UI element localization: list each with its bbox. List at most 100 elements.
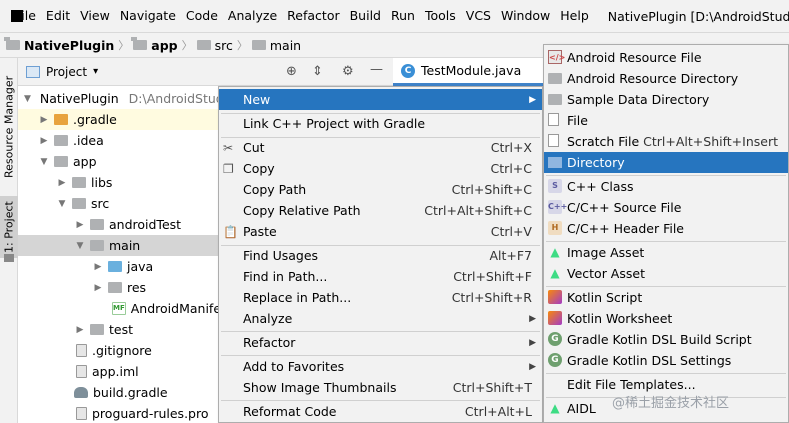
menu-help[interactable]: Help [555, 0, 594, 32]
submenu-arrow-icon: ▶ [529, 337, 536, 348]
chevron-down-icon[interactable]: ▾ [93, 66, 98, 77]
project-tool-tab[interactable]: 1: Project [0, 196, 18, 258]
menu-item-new[interactable]: New ▶ [219, 89, 542, 110]
collapse-arrow-icon[interactable]: ▶ [38, 115, 50, 125]
folder-icon [90, 240, 104, 251]
collapse-arrow-icon[interactable]: ▶ [92, 262, 104, 272]
clipboard-icon: 📋 [223, 224, 238, 239]
chevron-right-icon: 〉 [118, 39, 130, 52]
folder-icon [4, 254, 14, 262]
submenu-item-file[interactable]: File [544, 110, 788, 131]
collapse-arrow-icon[interactable]: ▶ [38, 136, 50, 146]
folder-icon [4, 37, 20, 50]
tree-row-res[interactable]: ▶ res [18, 277, 218, 298]
submenu-item-vector-asset[interactable]: ▲ Vector Asset [544, 263, 788, 284]
menu-item-paste[interactable]: 📋 Paste Ctrl+V [219, 221, 542, 242]
submenu-item-kotlin-worksheet[interactable]: Kotlin Worksheet [544, 308, 788, 329]
submenu-item-directory[interactable]: Directory [544, 152, 788, 173]
folder-icon [54, 114, 68, 125]
tree-row-app[interactable]: ▼ app [18, 151, 218, 172]
submenu-item-image-asset[interactable]: ▲ Image Asset [544, 242, 788, 263]
collapse-arrow-icon[interactable]: ▶ [56, 178, 68, 188]
tree-row-src[interactable]: ▼ src [18, 193, 218, 214]
locate-target-icon[interactable]: ⊕ [286, 64, 297, 79]
menu-build[interactable]: Build [345, 0, 386, 32]
collapse-arrow-icon[interactable]: ▶ [74, 220, 86, 230]
resource-folder-icon [108, 282, 122, 293]
tree-row-androidmanifest[interactable]: MF AndroidManifest [18, 298, 218, 319]
collapse-arrow-icon[interactable]: ▶ [74, 325, 86, 335]
expand-arrow-icon[interactable]: ▼ [56, 199, 68, 209]
android-icon: ▲ [550, 245, 560, 259]
submenu-item-cpp-class[interactable]: S C++ Class [544, 176, 788, 197]
menu-item-reformat-code[interactable]: Reformat Code Ctrl+Alt+L [219, 401, 542, 422]
tree-row-libs[interactable]: ▶ libs [18, 172, 218, 193]
minimize-icon[interactable]: — [370, 62, 383, 77]
menu-item-analyze[interactable]: Analyze ▶ [219, 308, 542, 329]
menu-item-show-image-thumbnails[interactable]: Show Image Thumbnails Ctrl+Shift+T [219, 377, 542, 398]
tree-row-test[interactable]: ▶ test [18, 319, 218, 340]
breadcrumb-item-nativeplugin[interactable]: NativePlugin 〉 [4, 37, 133, 53]
window-title: NativePlugin [D:\AndroidStudio [607, 8, 789, 24]
menu-edit[interactable]: Edit [41, 0, 75, 32]
tree-row-proguard[interactable]: proguard-rules.pro [18, 403, 218, 423]
tree-row-gitignore[interactable]: .gitignore [18, 340, 218, 361]
folder-icon [196, 40, 211, 50]
breadcrumb-item-main[interactable]: main [251, 38, 301, 53]
submenu-item-android-resource-directory[interactable]: Android Resource Directory [544, 68, 788, 89]
breadcrumb-item-src[interactable]: src 〉 [196, 37, 252, 53]
tree-row-nativeplugin[interactable]: ▼ NativePlugin D:\AndroidStudi [18, 88, 218, 109]
submenu-item-kotlin-script[interactable]: Kotlin Script [544, 287, 788, 308]
gear-icon[interactable]: ⚙ [342, 64, 354, 79]
android-icon: ▲ [550, 266, 560, 280]
submenu-item-android-resource-file[interactable]: </> Android Resource File [544, 47, 788, 68]
tree-row-idea[interactable]: ▶ .idea [18, 130, 218, 151]
menu-item-refactor[interactable]: Refactor ▶ [219, 332, 542, 353]
menu-item-find-in-path[interactable]: Find in Path... Ctrl+Shift+F [219, 266, 542, 287]
menu-refactor[interactable]: Refactor [282, 0, 344, 32]
menu-item-link-cpp[interactable]: Link C++ Project with Gradle [219, 113, 542, 134]
menu-item-copy-path[interactable]: Copy Path Ctrl+Shift+C [219, 179, 542, 200]
submenu-item-cpp-source-file[interactable]: C++ C/C++ Source File [544, 197, 788, 218]
menu-window[interactable]: Window [496, 0, 555, 32]
collapse-all-icon[interactable]: ⇕ [312, 64, 323, 79]
gradle-icon [74, 387, 88, 398]
gradle-kotlin-icon: G [548, 353, 562, 367]
expand-arrow-icon[interactable]: ▼ [24, 94, 31, 104]
folder-icon [548, 157, 562, 168]
menu-item-copy[interactable]: ❐ Copy Ctrl+C [219, 158, 542, 179]
collapse-arrow-icon[interactable]: ▶ [92, 283, 104, 293]
menu-item-add-to-favorites[interactable]: Add to Favorites ▶ [219, 356, 542, 377]
expand-arrow-icon[interactable]: ▼ [38, 157, 50, 167]
tree-row-gradle[interactable]: ▶ .gradle [18, 109, 218, 130]
tree-row-androidtest[interactable]: ▶ androidTest [18, 214, 218, 235]
tree-row-java[interactable]: ▶ java [18, 256, 218, 277]
menu-navigate[interactable]: Navigate [115, 0, 181, 32]
menu-code[interactable]: Code [181, 0, 223, 32]
tree-row-app-iml[interactable]: app.iml [18, 361, 218, 382]
module-folder-icon [131, 37, 148, 50]
menu-tools[interactable]: Tools [420, 0, 461, 32]
resource-manager-tab[interactable]: Resource Manager [0, 64, 18, 190]
menu-run[interactable]: Run [386, 0, 420, 32]
menu-analyze[interactable]: Analyze [223, 0, 282, 32]
project-view-selector[interactable]: Project [46, 65, 87, 79]
menu-item-replace-in-path[interactable]: Replace in Path... Ctrl+Shift+R [219, 287, 542, 308]
submenu-item-cpp-header-file[interactable]: H C/C++ Header File [544, 218, 788, 239]
submenu-item-gradle-kotlin-dsl-build-script[interactable]: G Gradle Kotlin DSL Build Script [544, 329, 788, 350]
menu-item-cut[interactable]: ✂ Cut Ctrl+X [219, 137, 542, 158]
tree-row-build-gradle[interactable]: build.gradle [18, 382, 218, 403]
editor-tab-testmodule[interactable]: C TestModule.java [393, 58, 543, 86]
menu-vcs[interactable]: VCS [461, 0, 496, 32]
menu-view[interactable]: View [75, 0, 115, 32]
submenu-item-sample-data-directory[interactable]: Sample Data Directory [544, 89, 788, 110]
tree-row-main[interactable]: ▼ main [18, 235, 218, 256]
folder-icon [90, 324, 104, 335]
expand-arrow-icon[interactable]: ▼ [74, 241, 86, 251]
submenu-item-scratch-file[interactable]: Scratch File Ctrl+Alt+Shift+Insert [544, 131, 788, 152]
menu-item-copy-relative-path[interactable]: Copy Relative Path Ctrl+Alt+Shift+C [219, 200, 542, 221]
submenu-item-gradle-kotlin-dsl-settings[interactable]: G Gradle Kotlin DSL Settings [544, 350, 788, 371]
manifest-file-icon: MF [112, 302, 126, 315]
breadcrumb-item-app[interactable]: app 〉 [131, 37, 196, 53]
menu-item-find-usages[interactable]: Find Usages Alt+F7 [219, 245, 542, 266]
